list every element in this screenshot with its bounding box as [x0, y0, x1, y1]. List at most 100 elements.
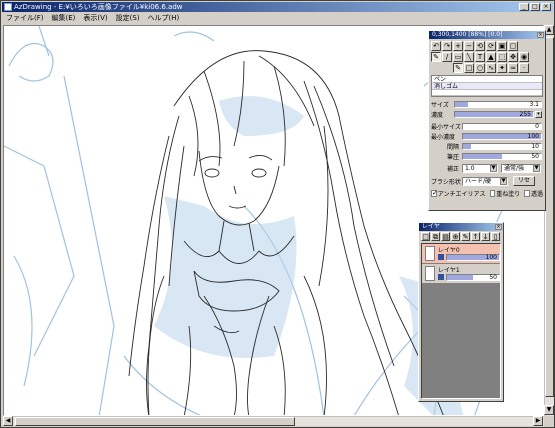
- move-layer-down-icon[interactable]: ↓: [481, 232, 490, 241]
- minimize-button[interactable]: _: [519, 3, 529, 11]
- brush-list-item[interactable]: ペン: [432, 76, 542, 83]
- rotate-right-icon[interactable]: ⟳: [486, 41, 496, 51]
- transparent-checkbox[interactable]: [524, 190, 530, 197]
- size-slider[interactable]: 3.1: [454, 101, 542, 108]
- brush-tool-icon[interactable]: /: [442, 52, 452, 62]
- menu-file[interactable]: ファイル(F): [6, 13, 44, 24]
- rotate-left-icon[interactable]: ⟲: [475, 41, 485, 51]
- menu-bar: ファイル(F) 編集(E) 表示(V) 設定(S) ヘルプ(H): [2, 13, 553, 24]
- menu-settings[interactable]: 設定(S): [116, 13, 140, 24]
- layer-visibility-icon[interactable]: [438, 274, 444, 280]
- density-spin-icon[interactable]: ▾: [535, 111, 542, 118]
- min-size-label: 最小サイズ: [431, 124, 461, 131]
- layer-opacity-slider[interactable]: 50: [446, 274, 500, 281]
- layer-palette-title: レイヤ: [422, 223, 440, 230]
- interval-label: 間隔: [446, 144, 459, 151]
- layer-visibility-icon[interactable]: [438, 254, 444, 260]
- brush-shape-label: ブラシ形状: [431, 178, 461, 186]
- layer-opacity-value: 50: [489, 274, 497, 281]
- text-tool-icon[interactable]: T: [475, 52, 485, 62]
- scroll-right-arrow[interactable]: ▶: [533, 416, 543, 426]
- chevron-down-icon: ▼: [500, 177, 507, 185]
- horizontal-scroll-thumb[interactable]: [15, 417, 295, 426]
- chevron-down-icon: ▼: [490, 165, 497, 172]
- correction-label: 補正: [446, 166, 459, 173]
- brush-list-item[interactable]: 消しゴム: [432, 83, 542, 90]
- overwrite-label: 重ね塗り: [496, 191, 521, 198]
- pressure-slider[interactable]: 50: [462, 153, 542, 160]
- delete-layer-icon[interactable]: ▯: [491, 232, 500, 241]
- star-subtype-icon[interactable]: ✦: [497, 63, 507, 73]
- transparent-label: 透過: [530, 191, 543, 198]
- layer-settings-icon[interactable]: ▤: [441, 232, 450, 241]
- layer-row[interactable]: レイヤ0 100: [422, 244, 500, 264]
- scroll-left-arrow[interactable]: ◀: [3, 416, 13, 426]
- menu-view[interactable]: 表示(V): [83, 13, 107, 24]
- move-layer-up-icon[interactable]: ↑: [471, 232, 480, 241]
- density-slider[interactable]: 255: [454, 111, 534, 118]
- correction-select[interactable]: 1.0 ▼: [462, 164, 498, 173]
- antialias-checkbox[interactable]: [431, 189, 438, 197]
- window-title: AzDrawing - E:¥いろいろ画像ファイル¥ki06.6.adw: [14, 3, 183, 11]
- layer-opacity-slider[interactable]: 100: [446, 254, 500, 261]
- tool-palette: 0,300,1400 [88%] [0.0] × ↶ ↷ + − ⟲ ⟳ ▣ ▢…: [428, 30, 546, 211]
- scroll-down-arrow[interactable]: ▼: [544, 405, 554, 415]
- new-layer-icon[interactable]: □: [421, 232, 430, 241]
- full-view-icon[interactable]: ▢: [508, 41, 518, 51]
- menu-edit[interactable]: 編集(E): [52, 13, 76, 24]
- min-density-slider[interactable]: 100: [462, 133, 542, 140]
- blend-mode-select[interactable]: 通常/強 ▼: [501, 164, 541, 173]
- brush-shape-select[interactable]: ハード/硬 ▼: [462, 176, 508, 186]
- menu-help[interactable]: ヘルプ(H): [148, 13, 180, 24]
- reset-button[interactable]: リセ: [513, 176, 535, 186]
- close-button[interactable]: ×: [541, 3, 551, 11]
- brush-list-item[interactable]: [432, 90, 542, 96]
- min-size-slider[interactable]: 0: [462, 123, 542, 130]
- eraser-tool-icon[interactable]: ▭: [453, 52, 463, 62]
- stamp-tool-icon[interactable]: ◉: [519, 52, 529, 62]
- horizontal-scrollbar[interactable]: ◀ ▶: [3, 416, 544, 426]
- fill-tool-icon[interactable]: ▲: [486, 52, 496, 62]
- min-density-value: 100: [527, 133, 539, 140]
- layer-palette-close-button[interactable]: ×: [495, 224, 502, 230]
- zoom-in-icon[interactable]: +: [453, 41, 463, 51]
- layer-thumbnail: [425, 266, 435, 281]
- overwrite-checkbox[interactable]: [489, 190, 496, 197]
- window-titlebar[interactable]: AzDrawing - E:¥いろいろ画像ファイル¥ki06.6.adw _ □…: [2, 2, 553, 12]
- curve-subtype-icon[interactable]: ∿: [486, 63, 496, 73]
- pen-tool-icon[interactable]: ✎: [431, 52, 441, 62]
- layer-thumbnail: [425, 246, 435, 261]
- undo-icon[interactable]: ↶: [431, 41, 441, 51]
- copy-layer-icon[interactable]: ⧉: [431, 232, 440, 241]
- layer-palette-titlebar[interactable]: レイヤ ×: [419, 223, 503, 231]
- move-tool-icon[interactable]: ✥: [508, 52, 518, 62]
- size-label: サイズ: [431, 102, 449, 109]
- shape-subtype-icon[interactable]: □: [464, 63, 474, 73]
- fit-view-icon[interactable]: ▣: [497, 41, 507, 51]
- maximize-button[interactable]: □: [530, 3, 540, 11]
- layer-opacity-value: 100: [485, 254, 497, 261]
- blur-subtype-icon[interactable]: ≈: [508, 63, 518, 73]
- interval-slider[interactable]: 10: [462, 143, 542, 150]
- layer-name: レイヤ1: [438, 267, 460, 274]
- vertical-scroll-thumb[interactable]: [545, 37, 554, 397]
- merge-layer-icon[interactable]: ⊕: [451, 232, 460, 241]
- app-icon: [4, 3, 12, 11]
- circle-subtype-icon[interactable]: ○: [475, 63, 485, 73]
- density-label: 濃度: [431, 112, 444, 119]
- tool-palette-close-button[interactable]: ×: [537, 32, 544, 38]
- layer-palette: レイヤ × □ ⧉ ▤ ⊕ ✎ ↑ ↓ ▯ レイヤ0 100 レイヤ1 50: [418, 222, 504, 402]
- zoom-out-icon[interactable]: −: [464, 41, 474, 51]
- line-tool-icon[interactable]: ╲: [464, 52, 474, 62]
- interval-value: 10: [531, 143, 539, 150]
- pen-subtype-icon[interactable]: ✎: [453, 63, 463, 73]
- layer-row[interactable]: レイヤ1 50: [422, 264, 500, 284]
- redo-icon[interactable]: ↷: [442, 41, 452, 51]
- dot-subtype-icon[interactable]: ·: [519, 63, 529, 73]
- pressure-value: 50: [531, 153, 539, 160]
- density-value: 255: [519, 111, 531, 118]
- select-tool-icon[interactable]: ⬚: [497, 52, 507, 62]
- brush-list[interactable]: ペン 消しゴム: [431, 75, 543, 97]
- layer-mode-icon[interactable]: ✎: [461, 232, 470, 241]
- tool-palette-titlebar[interactable]: 0,300,1400 [88%] [0.0] ×: [429, 31, 545, 39]
